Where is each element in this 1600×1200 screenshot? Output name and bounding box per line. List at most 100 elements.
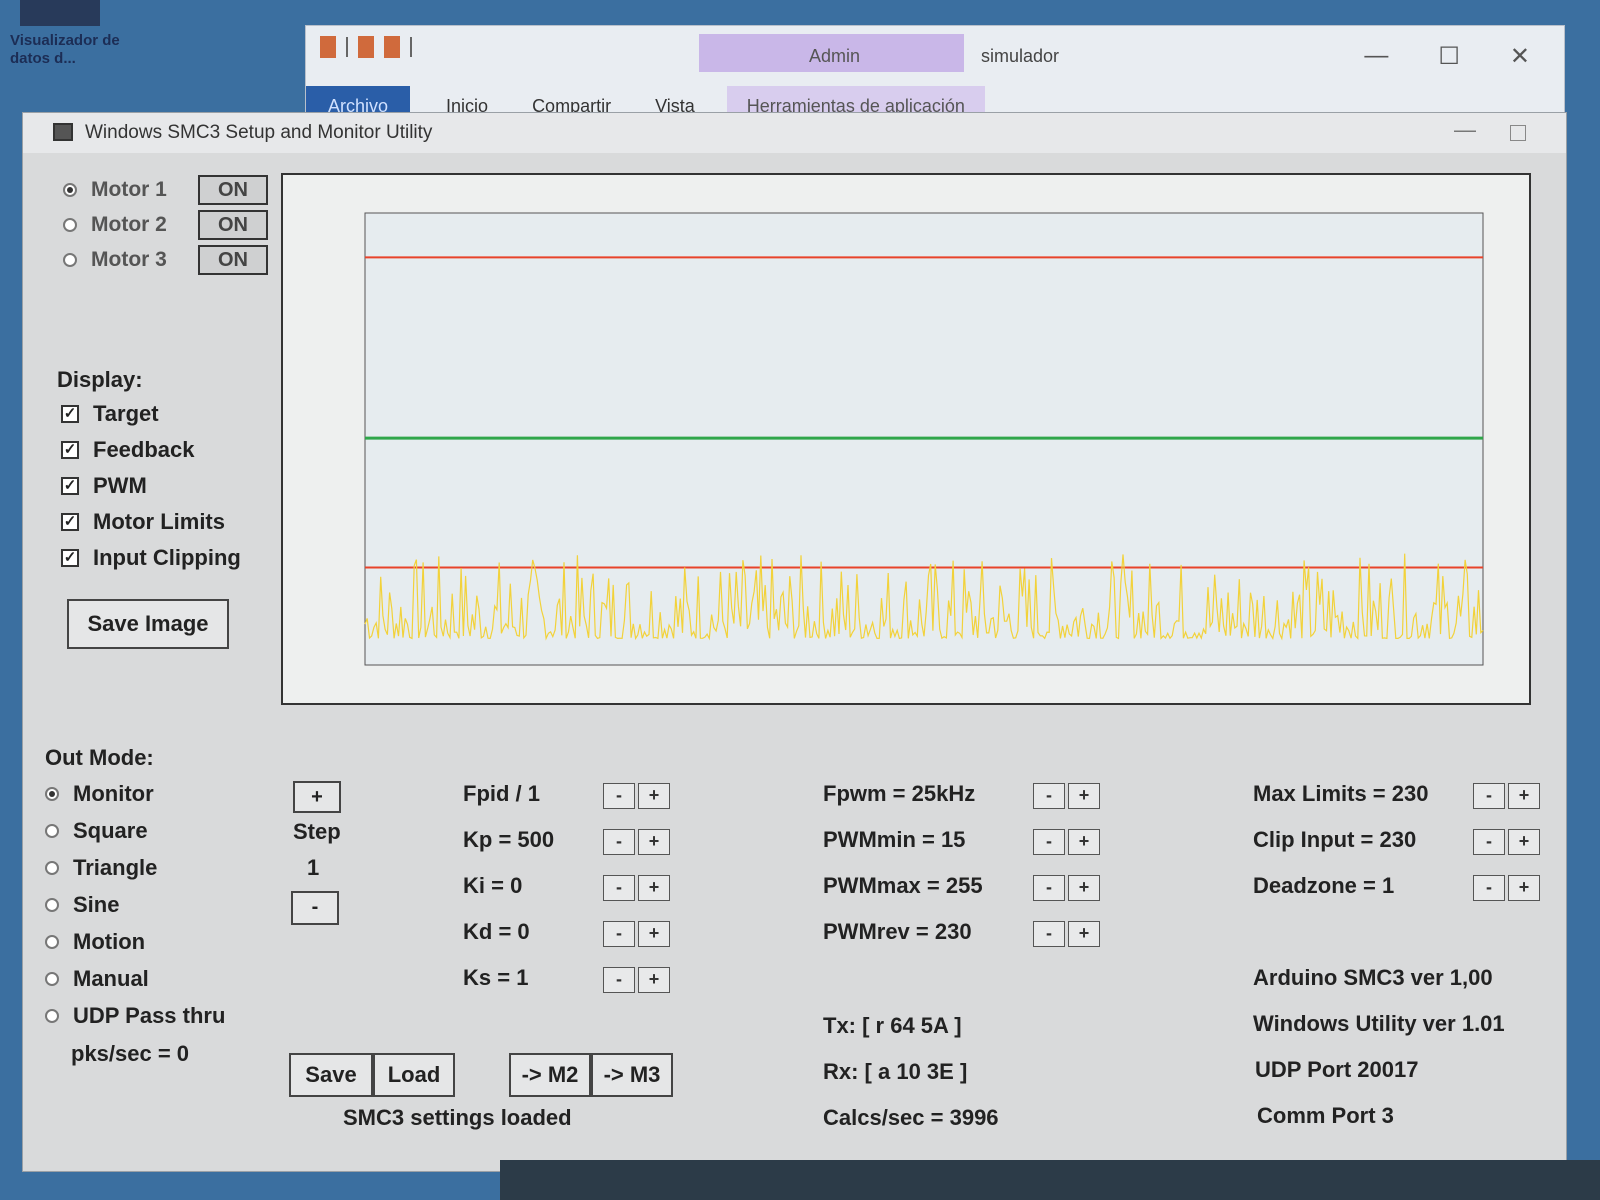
pid-stepper-1: - + bbox=[603, 829, 673, 855]
checkmark-icon: ✓ bbox=[61, 513, 79, 531]
motor-2-radio[interactable]: Motor 2 bbox=[63, 213, 167, 237]
properties-icon[interactable] bbox=[358, 36, 374, 58]
minimize-button[interactable]: — bbox=[1364, 42, 1388, 71]
out-mode-udp-pass-thru-radio[interactable]: UDP Pass thru bbox=[45, 1003, 225, 1029]
increment-button[interactable]: + bbox=[638, 921, 670, 947]
checkbox-label: Input Clipping bbox=[93, 545, 241, 570]
explorer-title: simulador bbox=[981, 46, 1060, 66]
increment-button[interactable]: + bbox=[638, 967, 670, 993]
save-button[interactable]: Save bbox=[289, 1053, 373, 1097]
motor-2-on-button[interactable]: ON bbox=[198, 210, 268, 240]
pid-param-2: Ki = 0 bbox=[463, 873, 523, 898]
out-mode-label: Square bbox=[73, 818, 148, 843]
step-label: Step bbox=[293, 819, 341, 844]
checkmark-icon: ✓ bbox=[61, 405, 79, 423]
increment-button[interactable]: + bbox=[1508, 783, 1540, 809]
out-mode-monitor-radio[interactable]: Monitor bbox=[45, 781, 154, 807]
new-folder-icon[interactable] bbox=[384, 36, 400, 58]
monitor-chart bbox=[281, 173, 1531, 705]
radio-icon bbox=[45, 824, 59, 838]
app-icon bbox=[53, 123, 73, 141]
checkbox-input-clipping[interactable]: ✓ Input Clipping bbox=[61, 545, 241, 571]
increment-button[interactable]: + bbox=[1068, 921, 1100, 947]
pid-stepper-4: - + bbox=[603, 967, 673, 993]
limits-param-2: Deadzone = 1 bbox=[1253, 873, 1395, 898]
limits-stepper-2: - + bbox=[1473, 875, 1543, 901]
increment-button[interactable]: + bbox=[638, 783, 670, 809]
copy-to-m3-button[interactable]: -> M3 bbox=[591, 1053, 673, 1097]
maximize-button[interactable]: ☐ bbox=[1438, 42, 1460, 71]
copy-to-m2-button[interactable]: -> M2 bbox=[509, 1053, 591, 1097]
out-mode-title: Out Mode: bbox=[45, 745, 154, 770]
motor-1-label: Motor 1 bbox=[91, 178, 167, 201]
pwm-stepper-0: - + bbox=[1033, 783, 1103, 809]
window-title: Windows SMC3 Setup and Monitor Utility bbox=[85, 122, 433, 143]
rx-text: Rx: [ a 10 3E ] bbox=[823, 1059, 968, 1084]
save-image-button[interactable]: Save Image bbox=[67, 599, 229, 649]
close-button[interactable]: ✕ bbox=[1510, 42, 1530, 71]
explorer-window[interactable]: Admin simulador — ☐ ✕ Archivo Inicio Com… bbox=[305, 25, 1565, 127]
radio-icon bbox=[45, 935, 59, 949]
checkbox-feedback[interactable]: ✓ Feedback bbox=[61, 437, 195, 463]
utility-version: Windows Utility ver 1.01 bbox=[1253, 1011, 1505, 1036]
motor-1-radio[interactable]: Motor 1 bbox=[63, 178, 167, 202]
decrement-button[interactable]: - bbox=[1033, 829, 1065, 855]
decrement-button[interactable]: - bbox=[603, 967, 635, 993]
motor-1-on-button[interactable]: ON bbox=[198, 175, 268, 205]
decrement-button[interactable]: - bbox=[1473, 829, 1505, 855]
increment-button[interactable]: + bbox=[1068, 783, 1100, 809]
decrement-button[interactable]: - bbox=[1473, 875, 1505, 901]
pwm-stepper-1: - + bbox=[1033, 829, 1103, 855]
step-increase-button[interactable]: + bbox=[293, 781, 341, 813]
decrement-button[interactable]: - bbox=[603, 921, 635, 947]
pid-param-0: Fpid / 1 bbox=[463, 781, 540, 806]
increment-button[interactable]: + bbox=[1068, 829, 1100, 855]
manage-tab[interactable]: Admin bbox=[699, 34, 964, 72]
decrement-button[interactable]: - bbox=[603, 829, 635, 855]
pid-param-3: Kd = 0 bbox=[463, 919, 530, 944]
motor-2-label: Motor 2 bbox=[91, 213, 167, 236]
motor-3-label: Motor 3 bbox=[91, 248, 167, 271]
increment-button[interactable]: + bbox=[1068, 875, 1100, 901]
increment-button[interactable]: + bbox=[1508, 829, 1540, 855]
decrement-button[interactable]: - bbox=[1473, 783, 1505, 809]
load-button[interactable]: Load bbox=[373, 1053, 455, 1097]
minimize-button[interactable]: — bbox=[1454, 117, 1476, 143]
desktop-shortcut-icon[interactable] bbox=[20, 0, 100, 26]
motor-3-radio[interactable]: Motor 3 bbox=[63, 248, 167, 272]
radio-icon bbox=[45, 898, 59, 912]
out-mode-triangle-radio[interactable]: Triangle bbox=[45, 855, 157, 881]
out-mode-manual-radio[interactable]: Manual bbox=[45, 966, 149, 992]
out-mode-label: UDP Pass thru bbox=[73, 1003, 226, 1028]
checkbox-pwm[interactable]: ✓ PWM bbox=[61, 473, 147, 499]
limits-param-1: Clip Input = 230 bbox=[1253, 827, 1417, 852]
desktop-shortcut-label[interactable]: Visualizador de datos d... bbox=[10, 32, 120, 68]
pwm-param-0: Fpwm = 25kHz bbox=[823, 781, 976, 806]
pwm-stepper-2: - + bbox=[1033, 875, 1103, 901]
out-mode-square-radio[interactable]: Square bbox=[45, 818, 148, 844]
checkbox-label: Motor Limits bbox=[93, 509, 225, 534]
decrement-button[interactable]: - bbox=[1033, 921, 1065, 947]
motor-3-on-button[interactable]: ON bbox=[198, 245, 268, 275]
decrement-button[interactable]: - bbox=[1033, 875, 1065, 901]
step-decrease-button[interactable]: - bbox=[291, 891, 339, 925]
checkmark-icon: ✓ bbox=[61, 441, 79, 459]
decrement-button[interactable]: - bbox=[1033, 783, 1065, 809]
increment-button[interactable]: + bbox=[1508, 875, 1540, 901]
checkbox-motor-limits[interactable]: ✓ Motor Limits bbox=[61, 509, 225, 535]
decrement-button[interactable]: - bbox=[603, 783, 635, 809]
checkbox-target[interactable]: ✓ Target bbox=[61, 401, 159, 427]
increment-button[interactable]: + bbox=[638, 875, 670, 901]
comm-port: Comm Port 3 bbox=[1257, 1103, 1394, 1128]
maximize-button[interactable] bbox=[1510, 125, 1526, 141]
chart-svg bbox=[364, 212, 1484, 666]
decrement-button[interactable]: - bbox=[603, 875, 635, 901]
pwm-param-1: PWMmin = 15 bbox=[823, 827, 966, 852]
increment-button[interactable]: + bbox=[638, 829, 670, 855]
save-icon[interactable] bbox=[320, 36, 336, 58]
out-mode-motion-radio[interactable]: Motion bbox=[45, 929, 145, 955]
pid-param-4: Ks = 1 bbox=[463, 965, 529, 990]
out-mode-sine-radio[interactable]: Sine bbox=[45, 892, 119, 918]
radio-icon bbox=[45, 861, 59, 875]
pwm-param-3: PWMrev = 230 bbox=[823, 919, 972, 944]
